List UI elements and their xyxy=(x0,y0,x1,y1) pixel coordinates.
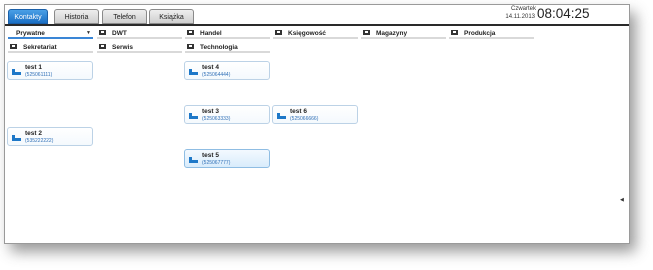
clock-time: 08:04:25 xyxy=(537,6,590,21)
category-technologia[interactable]: Technologia xyxy=(185,42,270,53)
contact-name: test 3 xyxy=(202,108,219,115)
contact-card-icon xyxy=(12,69,21,75)
chevron-down-icon: ▼ xyxy=(86,30,91,36)
contact-card[interactable]: test 6 (525066666) xyxy=(272,105,358,124)
contact-number: (525067777) xyxy=(202,160,231,166)
folder-icon xyxy=(451,29,458,35)
category-label: Handel xyxy=(200,30,222,37)
category-label: Księgowość xyxy=(288,30,326,37)
clock-day: Czwartek xyxy=(511,6,537,12)
contact-name: test 2 xyxy=(25,130,42,137)
contact-card[interactable]: test 3 (525063333) xyxy=(184,105,270,124)
app-window: Kontakty Historia Telefon Książka Czwart… xyxy=(4,4,630,244)
category-sekretariat[interactable]: Sekretariat xyxy=(8,42,93,53)
contact-number: (525063333) xyxy=(202,116,231,122)
category-serwis[interactable]: Serwis xyxy=(97,42,182,53)
category-label: Technologia xyxy=(200,44,238,51)
contact-number: (525061111) xyxy=(25,72,53,78)
top-bar: Kontakty Historia Telefon Książka Czwart… xyxy=(5,5,629,26)
contact-card[interactable]: test 4 (525064444) xyxy=(184,61,270,80)
category-magazyny[interactable]: Magazyny xyxy=(361,28,446,39)
category-label: Sekretariat xyxy=(23,44,57,51)
category-dwt[interactable]: DWT xyxy=(97,28,182,39)
contact-card-icon xyxy=(189,69,198,75)
category-label: DWT xyxy=(112,30,127,37)
contact-number: (525064444) xyxy=(202,72,231,78)
category-label: Serwis xyxy=(112,44,133,51)
contact-name: test 6 xyxy=(290,108,307,115)
contact-card-icon xyxy=(189,157,198,163)
folder-icon xyxy=(187,43,194,49)
clock-date: 14.11.2013 xyxy=(505,14,535,20)
folder-icon xyxy=(10,43,17,49)
category-handel[interactable]: Handel xyxy=(185,28,270,39)
tab-telefon[interactable]: Telefon xyxy=(102,9,147,24)
contact-card-icon xyxy=(277,113,286,119)
contact-number: (525066666) xyxy=(290,116,319,122)
folder-icon xyxy=(99,43,106,49)
tab-ksiazka[interactable]: Książka xyxy=(149,9,194,24)
tab-historia[interactable]: Historia xyxy=(54,9,99,24)
contact-card-icon xyxy=(189,113,198,119)
chevron-left-icon[interactable]: ◀ xyxy=(620,197,624,203)
tab-underline xyxy=(5,24,629,26)
folder-icon xyxy=(363,29,370,35)
contact-card[interactable]: test 2 (535222222) xyxy=(7,127,93,146)
contact-card-icon xyxy=(12,135,21,141)
category-select-prywatne[interactable]: Prywatne ▼ xyxy=(8,28,93,39)
category-label: Prywatne xyxy=(16,30,45,37)
tab-kontakty[interactable]: Kontakty xyxy=(8,9,48,24)
folder-icon xyxy=(99,29,106,35)
contact-name: test 5 xyxy=(202,152,219,159)
contact-card[interactable]: test 1 (525061111) xyxy=(7,61,93,80)
category-label: Produkcja xyxy=(464,30,496,37)
category-produkcja[interactable]: Produkcja xyxy=(449,28,534,39)
category-ksiegowosc[interactable]: Księgowość xyxy=(273,28,358,39)
contact-name: test 4 xyxy=(202,64,219,71)
contact-number: (535222222) xyxy=(25,138,54,144)
category-label: Magazyny xyxy=(376,30,408,37)
folder-icon xyxy=(275,29,282,35)
contact-name: test 1 xyxy=(25,64,42,71)
contact-card-selected[interactable]: test 5 (525067777) xyxy=(184,149,270,168)
folder-icon xyxy=(187,29,194,35)
